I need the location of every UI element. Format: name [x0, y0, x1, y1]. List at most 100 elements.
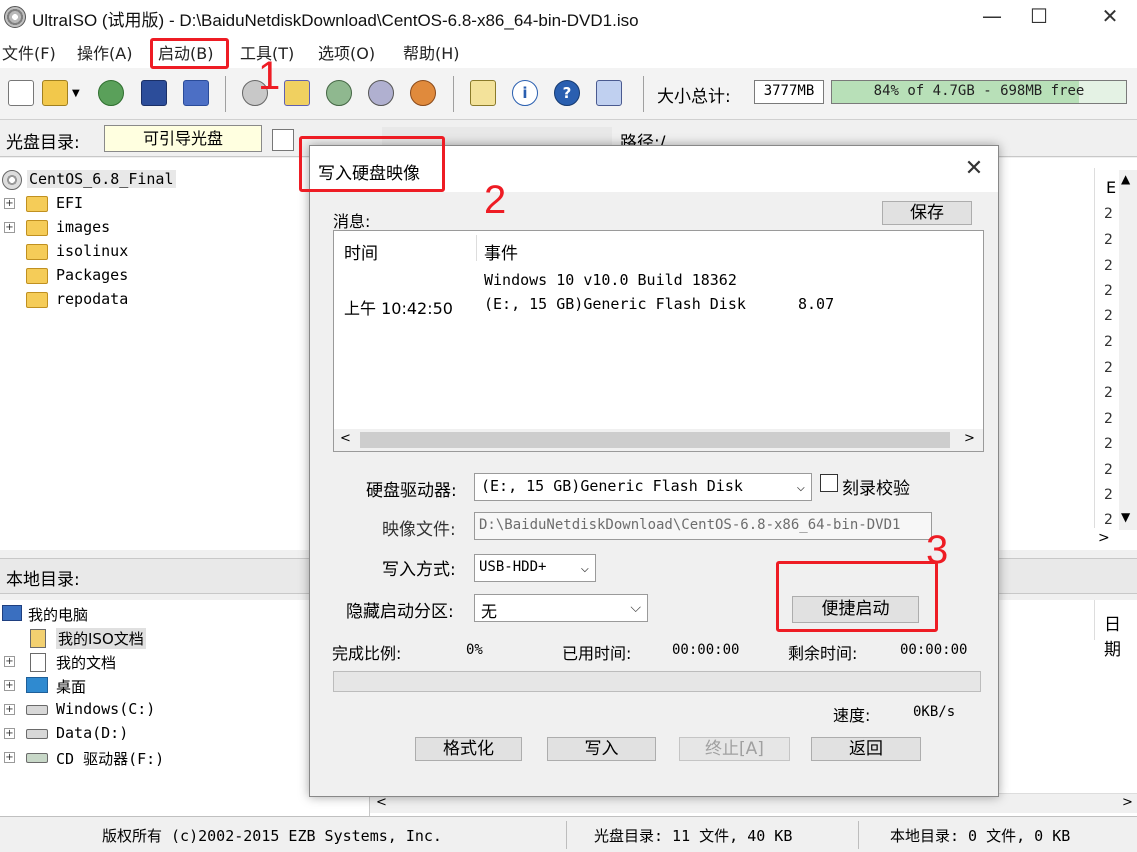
tree-item[interactable]: + 我的文档 [0, 650, 360, 674]
dropdown-arrow-icon[interactable]: ▼ [72, 88, 80, 99]
messages-label: 消息: [333, 212, 371, 231]
tree-item-label: images [56, 218, 111, 236]
scroll-down-icon[interactable]: ▼ [1121, 510, 1130, 524]
tree-item[interactable]: + images [0, 216, 360, 240]
save-icon[interactable] [141, 80, 167, 106]
scroll-left-icon[interactable]: < [376, 795, 387, 810]
message-log[interactable]: 时间 事件 Windows 10 v10.0 Build 18362 上午 10… [333, 230, 984, 452]
copyright-text: 版权所有 (c)2002-2015 EZB Systems, Inc. [102, 827, 442, 845]
annotation-step-3: 3 [926, 528, 949, 572]
verify-label[interactable]: 刻录校验 [842, 474, 910, 499]
expand-icon[interactable]: + [4, 680, 15, 691]
scroll-right-icon[interactable]: > [1098, 530, 1110, 546]
column-header[interactable]: E [1094, 178, 1118, 204]
menu-file[interactable]: 文件(F) [2, 40, 56, 64]
edit-check-icon[interactable] [272, 129, 294, 151]
scroll-up-icon[interactable]: ▲ [1121, 172, 1130, 186]
open-icon[interactable] [42, 80, 68, 106]
total-size-label: 大小总计: [657, 87, 731, 107]
vertical-scrollbar[interactable]: ▲ ▼ [1119, 170, 1137, 530]
annotation-step-1: 1 [258, 54, 281, 98]
column-divider [476, 235, 477, 261]
tree-item[interactable]: isolinux [0, 240, 360, 264]
write-button[interactable]: 写入 [547, 737, 656, 761]
window-title: UltraISO (试用版) - D:\BaiduNetdiskDownload… [32, 11, 639, 30]
expand-icon[interactable]: + [4, 704, 15, 715]
tree-item[interactable]: + Windows(C:) [0, 698, 360, 722]
properties-icon[interactable] [470, 80, 496, 106]
mount-icon[interactable] [326, 80, 352, 106]
chevron-down-icon: ⌵ [580, 560, 589, 576]
tree-item[interactable]: Packages [0, 264, 360, 288]
tree-root-label: CentOS_6.8_Final [27, 170, 176, 188]
cell-value: 2 [1104, 206, 1113, 222]
expand-icon[interactable]: + [4, 656, 15, 667]
new-icon[interactable] [8, 80, 34, 106]
extract-icon[interactable] [98, 80, 124, 106]
exit-icon[interactable] [596, 80, 622, 106]
expand-icon[interactable]: + [4, 728, 15, 739]
tree-item[interactable]: repodata [0, 288, 360, 312]
elapsed-label: 已用时间: [562, 644, 632, 663]
tree-item-label: Windows(C:) [56, 700, 156, 718]
cell-value: 2 [1104, 308, 1113, 324]
log-time: 上午 10:42:50 [344, 299, 453, 318]
scroll-right-icon[interactable]: > [964, 431, 975, 446]
expand-icon[interactable]: + [4, 222, 15, 233]
message-log-scrollbar[interactable]: < > [334, 429, 983, 451]
scroll-right-icon[interactable]: > [1122, 795, 1133, 810]
disc-volume-label-field[interactable]: 可引导光盘 [104, 125, 262, 152]
column-divider [1094, 600, 1095, 640]
tree-item-label: 我的ISO文档 [56, 628, 146, 649]
toolbar-separator [453, 76, 454, 112]
annotation-box-quick-boot [776, 561, 938, 632]
menu-help[interactable]: 帮助(H) [403, 40, 460, 64]
tree-item[interactable]: 我的ISO文档 [0, 626, 360, 650]
cell-value: 2 [1104, 334, 1113, 350]
menu-actions[interactable]: 操作(A) [77, 40, 132, 64]
disk-drive-label: 硬盘驱动器: [366, 481, 457, 501]
expand-icon[interactable]: + [4, 752, 15, 763]
menu-options[interactable]: 选项(O) [318, 40, 375, 64]
save-log-button[interactable]: 保存 [882, 201, 972, 225]
chevron-down-icon: ⌵ [796, 479, 805, 495]
abort-button[interactable]: 终止[A] [679, 737, 790, 761]
toolbar-separator [643, 76, 644, 112]
hidden-partition-select[interactable]: 无 ⌵ [474, 594, 648, 622]
cell-value: 2 [1104, 487, 1113, 503]
tree-item[interactable]: + Data(D:) [0, 722, 360, 746]
dialog-close-icon[interactable]: ✕ [958, 154, 990, 184]
write-mode-select[interactable]: USB-HDD+ ⌵ [474, 554, 596, 582]
save-as-icon[interactable] [183, 80, 209, 106]
tree-root-label: 我的电脑 [28, 606, 89, 624]
tree-item[interactable]: + EFI [0, 192, 360, 216]
tree-item-label: repodata [56, 290, 129, 308]
info-icon[interactable]: i [512, 80, 538, 106]
disk-drive-select[interactable]: (E:, 15 GB)Generic Flash Disk ⌵ [474, 473, 812, 501]
close-button[interactable]: ✕ [1083, 0, 1137, 32]
date-column-header[interactable]: 日期 [1104, 610, 1137, 660]
disc-info-text: 光盘目录: 11 文件, 40 KB [594, 827, 793, 845]
virtual-drive-icon[interactable] [410, 80, 436, 106]
cell-value: 2 [1104, 411, 1113, 427]
help-icon[interactable]: ? [554, 80, 580, 106]
tree-root[interactable]: 我的电脑 [0, 602, 360, 626]
toolbar: ▼ i ? 大小总计: 3777MB 84% of 4.7GB - 698MB … [0, 68, 1137, 120]
write-mode-label: 写入方式: [382, 560, 456, 580]
expand-icon[interactable]: + [4, 198, 15, 209]
format-button[interactable]: 格式化 [415, 737, 522, 761]
scroll-left-icon[interactable]: < [340, 431, 351, 446]
folder-icon [26, 244, 48, 260]
maximize-button[interactable]: ☐ [1012, 0, 1066, 32]
burn-icon[interactable] [368, 80, 394, 106]
tree-item[interactable]: + CD 驱动器(F:) [0, 746, 360, 770]
compress-icon[interactable] [284, 80, 310, 106]
image-file-field[interactable]: D:\BaiduNetdiskDownload\CentOS-6.8-x86_6… [474, 512, 932, 540]
verify-checkbox[interactable] [820, 474, 838, 492]
back-button[interactable]: 返回 [811, 737, 921, 761]
tree-item[interactable]: + 桌面 [0, 674, 360, 698]
hidden-partition-value: 无 [481, 602, 498, 621]
desktop-icon [26, 677, 48, 693]
minimize-button[interactable]: — [965, 0, 1019, 32]
scrollbar-thumb[interactable] [360, 432, 950, 448]
